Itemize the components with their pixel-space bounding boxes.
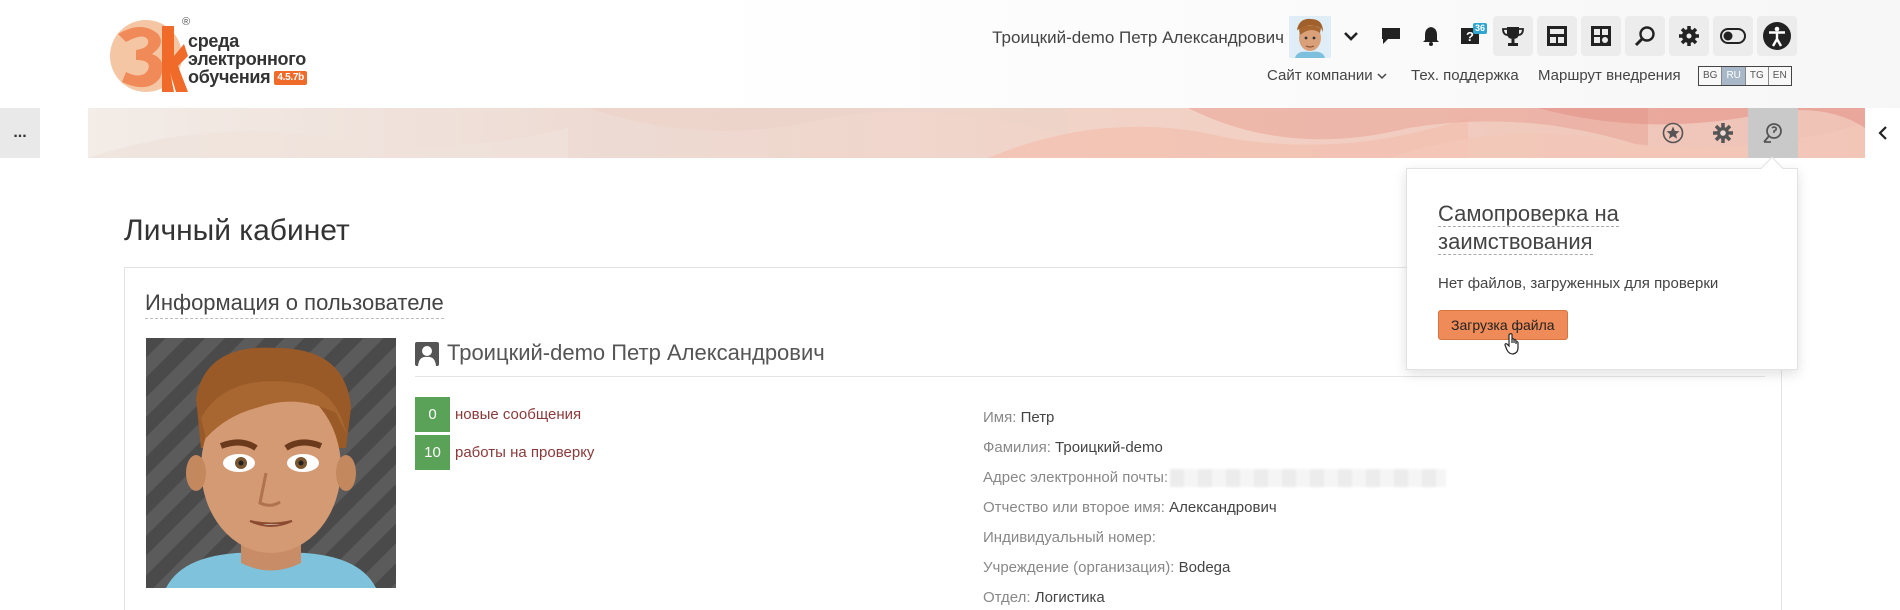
company-site-label: Сайт компании	[1267, 67, 1373, 84]
catalog-button[interactable]	[1581, 16, 1621, 56]
info-value: Петр	[1020, 409, 1055, 426]
avatar-image	[1289, 16, 1331, 58]
notifications-button[interactable]	[1411, 16, 1451, 56]
search-button[interactable]	[1625, 16, 1665, 56]
header-avatar[interactable]	[1289, 16, 1331, 58]
logo-mark-icon	[110, 20, 188, 92]
info-email: Адрес электронной почты:	[983, 463, 1447, 493]
gear-icon	[1679, 26, 1699, 46]
bell-icon	[1423, 27, 1439, 46]
info-label: Учреждение (организация):	[983, 559, 1175, 576]
review-works-count: 10	[415, 435, 450, 470]
logo-registered-mark: ®	[182, 16, 191, 28]
logo-line-3: обучения 4.5.7b	[188, 68, 307, 86]
logo-line-1: среда	[188, 31, 239, 51]
chevron-down-icon	[1344, 32, 1358, 41]
info-organization: Учреждение (организация): Bodega	[983, 553, 1446, 583]
logo-line-3-text: обучения	[188, 67, 271, 87]
help-count-badge: 36	[1473, 23, 1488, 34]
company-site-link[interactable]: Сайт компании	[1267, 67, 1387, 84]
logo-text: среда электронного обучения 4.5.7b	[188, 32, 307, 86]
chevron-left-icon	[1877, 126, 1887, 140]
catalog-icon	[1591, 26, 1611, 46]
dashboard-button[interactable]	[1537, 16, 1577, 56]
review-works-stat[interactable]: 10 работы на проверку	[415, 435, 594, 470]
user-info-list: Имя: Петр Фамилия: Троицкий-demo Адрес э…	[983, 403, 1447, 610]
trophy-icon	[1502, 27, 1524, 46]
popover-empty-text: Нет файлов, загруженных для проверки	[1438, 275, 1719, 292]
help-button[interactable]: ? 36	[1451, 16, 1491, 56]
page-settings-button[interactable]	[1698, 108, 1748, 158]
new-messages-link[interactable]: новые сообщения	[455, 406, 581, 423]
logo[interactable]: ® среда электронного обучения 4.5.7b	[108, 16, 328, 100]
chat-icon	[1382, 28, 1400, 44]
info-value: Троицкий-demo	[1055, 439, 1163, 456]
accessibility-icon	[1763, 22, 1791, 50]
email-redacted	[1170, 469, 1447, 488]
chevron-down-icon	[1377, 73, 1387, 80]
upload-file-button[interactable]: Загрузка файла	[1438, 310, 1568, 340]
plagiarism-check-icon	[1763, 123, 1782, 143]
panel-title[interactable]: Информация о пользователе	[145, 290, 444, 319]
lang-bg[interactable]: BG	[1699, 67, 1723, 85]
messages-button[interactable]	[1371, 16, 1411, 56]
gear-icon	[1713, 123, 1733, 143]
search-icon	[1634, 26, 1655, 47]
info-middle-name: Отчество или второе имя: Александрович	[983, 493, 1446, 523]
info-label: Имя:	[983, 409, 1017, 426]
banner	[88, 108, 1865, 158]
achievements-button[interactable]	[1493, 16, 1533, 56]
user-card-icon	[415, 342, 439, 366]
new-messages-count: 0	[415, 397, 450, 432]
info-label: Фамилия:	[983, 439, 1051, 456]
info-label: Индивидуальный номер:	[983, 529, 1156, 546]
right-panel-toggle[interactable]	[1865, 108, 1900, 158]
info-id-number: Индивидуальный номер:	[983, 523, 1446, 553]
info-value: Александрович	[1169, 499, 1277, 516]
plagiarism-popover: Самопроверка на заимствования Нет файлов…	[1406, 168, 1798, 370]
favorites-button[interactable]	[1648, 108, 1698, 158]
dashboard-icon	[1547, 26, 1567, 46]
profile-avatar-image	[146, 338, 396, 588]
language-switcher: BG RU TG EN	[1698, 66, 1792, 86]
info-label: Отдел:	[983, 589, 1031, 606]
info-value: Логистика	[1034, 589, 1105, 606]
lang-en[interactable]: EN	[1769, 67, 1791, 85]
info-last-name: Фамилия: Троицкий-demo	[983, 433, 1446, 463]
toggle-icon	[1720, 28, 1746, 44]
star-icon	[1662, 122, 1684, 144]
popover-title-text: Самопроверка на заимствования	[1438, 201, 1619, 255]
review-works-link[interactable]: работы на проверку	[455, 444, 594, 461]
user-menu-chevron[interactable]	[1331, 16, 1371, 56]
info-label: Отчество или второе имя:	[983, 499, 1165, 516]
support-link[interactable]: Тех. поддержка	[1411, 67, 1519, 84]
lang-tg[interactable]: TG	[1746, 67, 1769, 85]
profile-name: Троицкий-demo Петр Александрович	[447, 340, 825, 365]
header-user-name[interactable]: Троицкий-demo Петр Александрович	[992, 28, 1284, 48]
hand-cursor-icon	[1504, 333, 1519, 355]
version-badge: 4.5.7b	[274, 71, 307, 86]
left-panel-toggle[interactable]: ...	[0, 108, 40, 158]
settings-button[interactable]	[1669, 16, 1709, 56]
accessibility-button[interactable]	[1757, 16, 1797, 56]
theme-toggle-button[interactable]	[1713, 16, 1753, 56]
info-label: Адрес электронной почты:	[983, 469, 1169, 486]
banner-pattern	[88, 108, 1865, 158]
info-first-name: Имя: Петр	[983, 403, 1446, 433]
logo-line-2: электронного	[188, 49, 306, 69]
plagiarism-check-button[interactable]	[1748, 108, 1798, 158]
popover-title: Самопроверка на заимствования	[1438, 200, 1658, 256]
route-link[interactable]: Маршрут внедрения	[1538, 67, 1681, 84]
info-department: Отдел: Логистика	[983, 583, 1446, 610]
profile-photo	[146, 338, 396, 588]
page-title: Личный кабинет	[124, 214, 350, 247]
info-value: Bodega	[1178, 559, 1231, 576]
new-messages-stat[interactable]: 0 новые сообщения	[415, 397, 581, 432]
header: ® среда электронного обучения 4.5.7b Трои…	[0, 0, 1900, 108]
lang-ru[interactable]: RU	[1722, 67, 1746, 85]
